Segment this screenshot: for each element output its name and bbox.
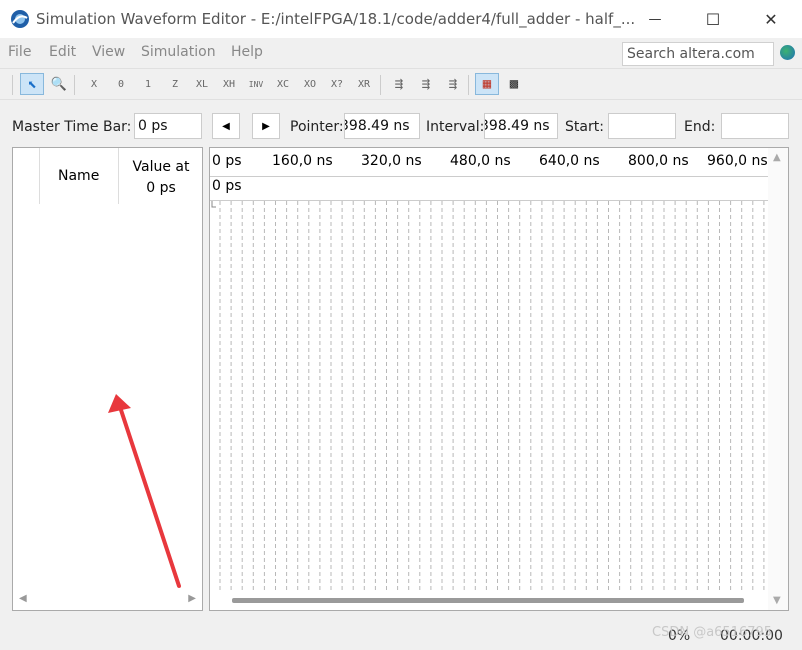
toolbar-separator [380,75,381,95]
close-icon: ✕ [764,9,778,29]
time-cursor-label: 0 ps [212,178,242,194]
waveform-panel[interactable]: 0 ps 160,0 ns 320,0 ns 480,0 ns 640,0 ns… [209,147,789,611]
maximize-button[interactable]: ☐ [684,0,742,38]
toolbar-separator [74,75,75,95]
ruler-tick-label: 480,0 ns [450,153,511,169]
toolbar-separator [12,75,13,95]
time-bar: Master Time Bar: 0 ps ◀ ▶ Pointer: 398.4… [0,108,802,144]
toolbar: ⬉ 🔍 X 0 1 Z XL XH INV XC XO X? XR ⇶ ⇶ ⇶ … [0,68,802,100]
ruler-tick-label: 800,0 ns [628,153,689,169]
ruler-tick-label: 160,0 ns [272,153,333,169]
close-button[interactable]: ✕ [742,0,800,38]
time-cursor-marker [211,201,216,208]
name-column-header[interactable]: Name [58,168,99,184]
grid-settings-icon[interactable]: ▩ [502,73,526,95]
signal-table[interactable]: Name Value at 0 ps ◀ ▶ [12,147,203,611]
menu-edit[interactable]: Edit [49,44,76,60]
left-arrow-icon: ◀ [222,120,230,132]
title-bar: Simulation Waveform Editor - E:/intelFPG… [0,0,802,38]
interval-field[interactable]: 398.49 ns [484,113,558,139]
menu-help[interactable]: Help [231,44,263,60]
time-ruler[interactable]: 0 ps 160,0 ns 320,0 ns 480,0 ns 640,0 ns… [210,148,768,177]
scroll-up-icon[interactable]: ▲ [773,152,781,163]
ruler-tick-label: 960,0 ns [707,153,768,169]
run-timing-sim-icon[interactable]: ⇶ [414,73,438,95]
random-value-icon[interactable]: XR [352,73,376,95]
interval-label: Interval: [426,119,485,135]
column-divider [39,148,40,204]
count-value-icon[interactable]: XC [271,73,295,95]
ruler-tick-label: 640,0 ns [539,153,600,169]
force-weak-low-icon[interactable]: XL [190,73,214,95]
end-label: End: [684,119,716,135]
value-column-header[interactable]: Value at 0 ps [123,157,199,199]
force-weak-high-icon[interactable]: XH [217,73,241,95]
invert-icon[interactable]: INV [244,73,268,95]
scroll-right-icon[interactable]: ▶ [188,593,196,604]
minimize-icon: — [648,11,662,27]
previous-transition-button[interactable]: ◀ [212,113,240,139]
maximize-icon: ☐ [705,9,721,29]
pointer-field[interactable]: 398.49 ns [344,113,420,139]
force-high-icon[interactable]: 1 [136,73,160,95]
toolbar-separator [468,75,469,95]
globe-icon[interactable] [780,45,795,60]
menu-file[interactable]: File [8,44,31,60]
search-input[interactable]: Search altera.com [622,42,774,66]
value-header-line1: Value at [132,159,190,175]
window-title: Simulation Waveform Editor - E:/intelFPG… [36,10,636,28]
master-time-bar-label: Master Time Bar: [12,119,132,135]
arbitrary-value-icon[interactable]: X? [325,73,349,95]
zoom-tool-icon[interactable]: 🔍 [47,73,71,95]
waveform-hscrollbar[interactable] [210,590,768,610]
ruler-tick-label: 320,0 ns [361,153,422,169]
ruler-tick-label: 0 ps [212,153,242,169]
force-unknown-icon[interactable]: X [82,73,106,95]
waveform-vscrollbar[interactable]: ▲ ▼ [768,148,788,610]
force-high-z-icon[interactable]: Z [163,73,187,95]
menu-view[interactable]: View [92,44,125,60]
overwrite-clock-icon[interactable]: XO [298,73,322,95]
quartus-app-icon [11,10,29,28]
right-arrow-icon: ▶ [262,120,270,132]
snap-to-grid-icon[interactable]: ▦ [475,73,499,95]
pointer-label: Pointer: [290,119,344,135]
next-transition-button[interactable]: ▶ [252,113,280,139]
master-time-bar-field[interactable]: 0 ps [134,113,202,139]
minimize-button[interactable]: — [626,0,684,38]
scroll-down-icon[interactable]: ▼ [773,595,781,606]
time-cursor-row[interactable]: 0 ps [210,176,768,201]
start-label: Start: [565,119,604,135]
force-low-icon[interactable]: 0 [109,73,133,95]
selection-tool-icon[interactable]: ⬉ [20,73,44,95]
waveform-grid[interactable] [210,201,768,591]
hscroll-thumb[interactable] [232,598,744,603]
column-divider [118,148,119,204]
watermark-text: CSDN @a6516795 [652,625,773,640]
start-field[interactable] [608,113,676,139]
menu-simulation[interactable]: Simulation [141,44,216,60]
value-header-line2: 0 ps [146,180,176,196]
signal-table-hscrollbar[interactable]: ◀ ▶ [13,590,202,610]
run-functional-sim-icon[interactable]: ⇶ [387,73,411,95]
generate-netlist-icon[interactable]: ⇶ [441,73,465,95]
scroll-left-icon[interactable]: ◀ [19,593,27,604]
end-field[interactable] [721,113,789,139]
